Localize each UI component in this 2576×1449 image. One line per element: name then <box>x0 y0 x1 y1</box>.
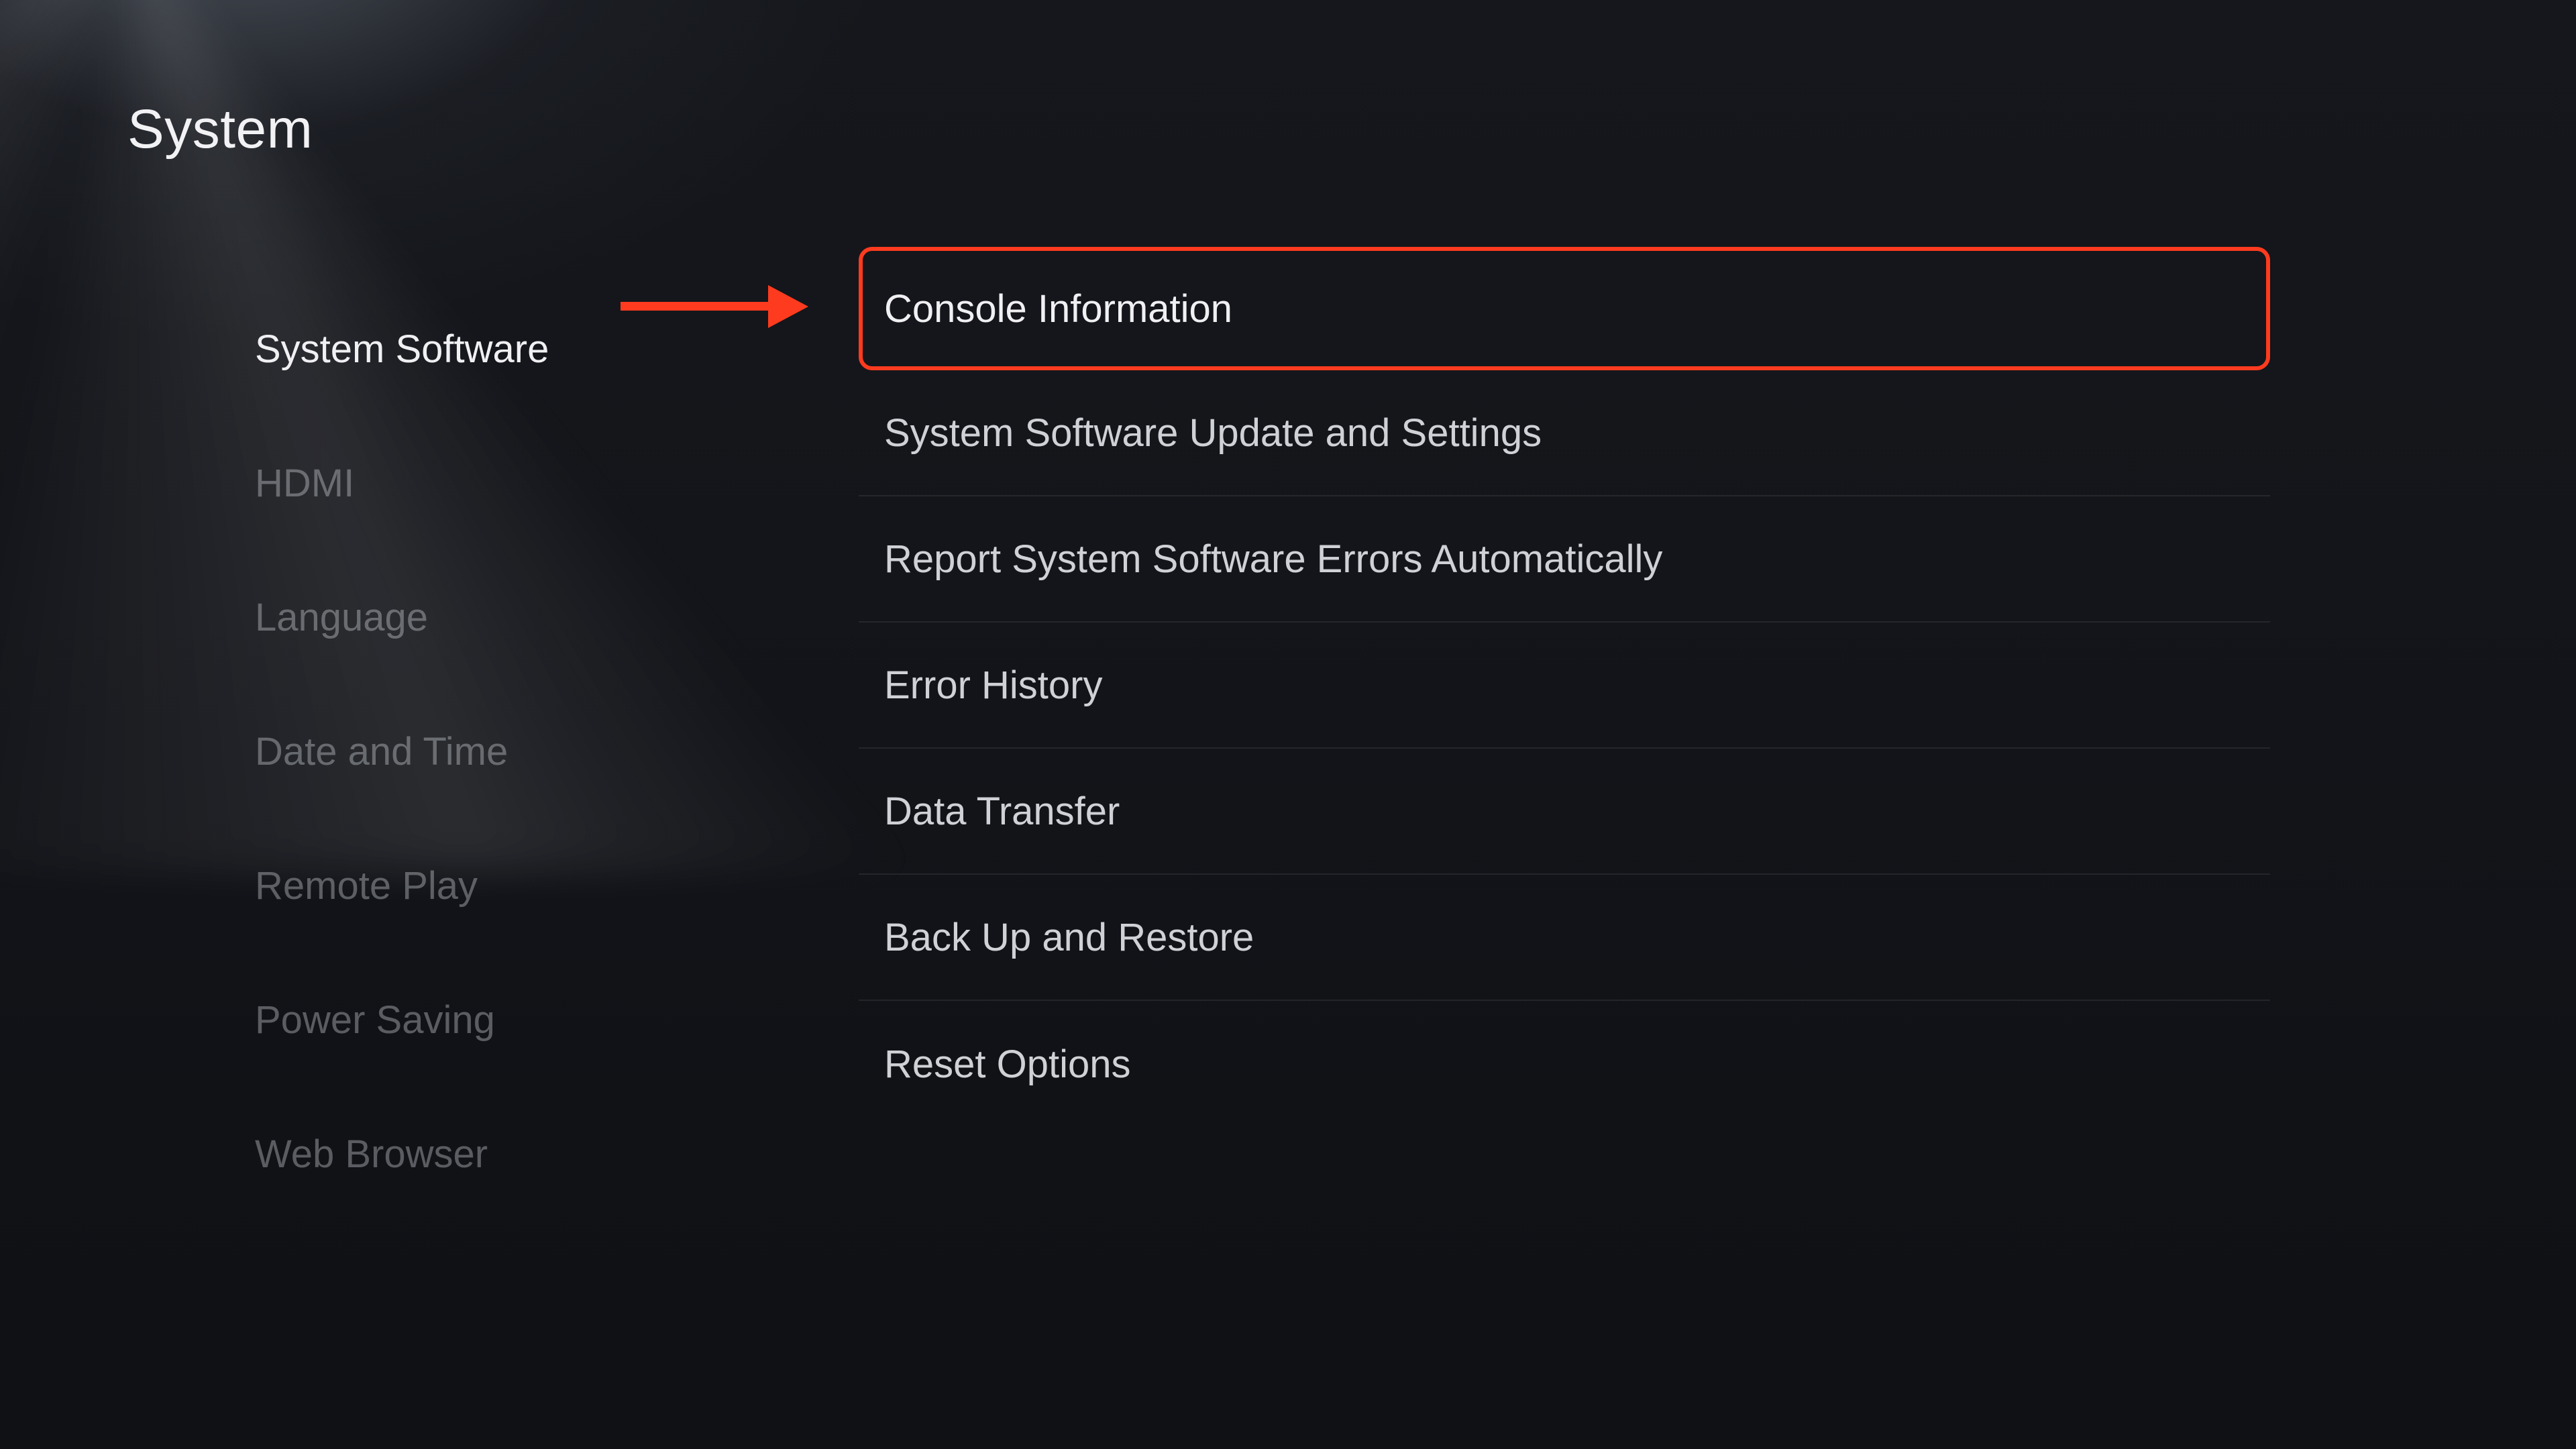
main-item-data-transfer[interactable]: Data Transfer <box>859 749 2270 875</box>
sidebar-nav: System Software HDMI Language Date and T… <box>255 282 805 1221</box>
sidebar-item-label: Remote Play <box>255 863 478 908</box>
sidebar-item-label: HDMI <box>255 461 354 506</box>
main-item-console-information[interactable]: Console Information <box>859 247 2270 370</box>
main-item-label: Report System Software Errors Automatica… <box>884 537 1662 582</box>
sidebar-item-label: Date and Time <box>255 729 508 774</box>
main-settings-list: Console Information System Software Upda… <box>859 247 2270 1127</box>
main-item-label: Back Up and Restore <box>884 915 1254 960</box>
sidebar-item-label: Language <box>255 595 428 640</box>
main-item-label: Reset Options <box>884 1042 1131 1087</box>
main-item-label: Console Information <box>884 286 1232 331</box>
main-item-system-software-update[interactable]: System Software Update and Settings <box>859 370 2270 496</box>
sidebar-item-label: Web Browser <box>255 1132 488 1177</box>
sidebar-item-hdmi[interactable]: HDMI <box>255 416 805 550</box>
sidebar-item-web-browser[interactable]: Web Browser <box>255 1087 805 1221</box>
main-item-reset-options[interactable]: Reset Options <box>859 1001 2270 1127</box>
main-item-report-errors[interactable]: Report System Software Errors Automatica… <box>859 496 2270 623</box>
page-title: System <box>127 98 313 161</box>
sidebar-item-date-and-time[interactable]: Date and Time <box>255 684 805 818</box>
main-item-label: Error History <box>884 663 1102 708</box>
main-item-error-history[interactable]: Error History <box>859 623 2270 749</box>
main-item-label: Data Transfer <box>884 789 1120 834</box>
sidebar-item-remote-play[interactable]: Remote Play <box>255 818 805 953</box>
main-item-back-up-restore[interactable]: Back Up and Restore <box>859 875 2270 1001</box>
sidebar-item-power-saving[interactable]: Power Saving <box>255 953 805 1087</box>
sidebar-item-language[interactable]: Language <box>255 550 805 684</box>
sidebar-item-system-software[interactable]: System Software <box>255 282 805 416</box>
sidebar-item-label: System Software <box>255 327 549 372</box>
main-item-label: System Software Update and Settings <box>884 411 1542 455</box>
sidebar-item-label: Power Saving <box>255 998 495 1042</box>
